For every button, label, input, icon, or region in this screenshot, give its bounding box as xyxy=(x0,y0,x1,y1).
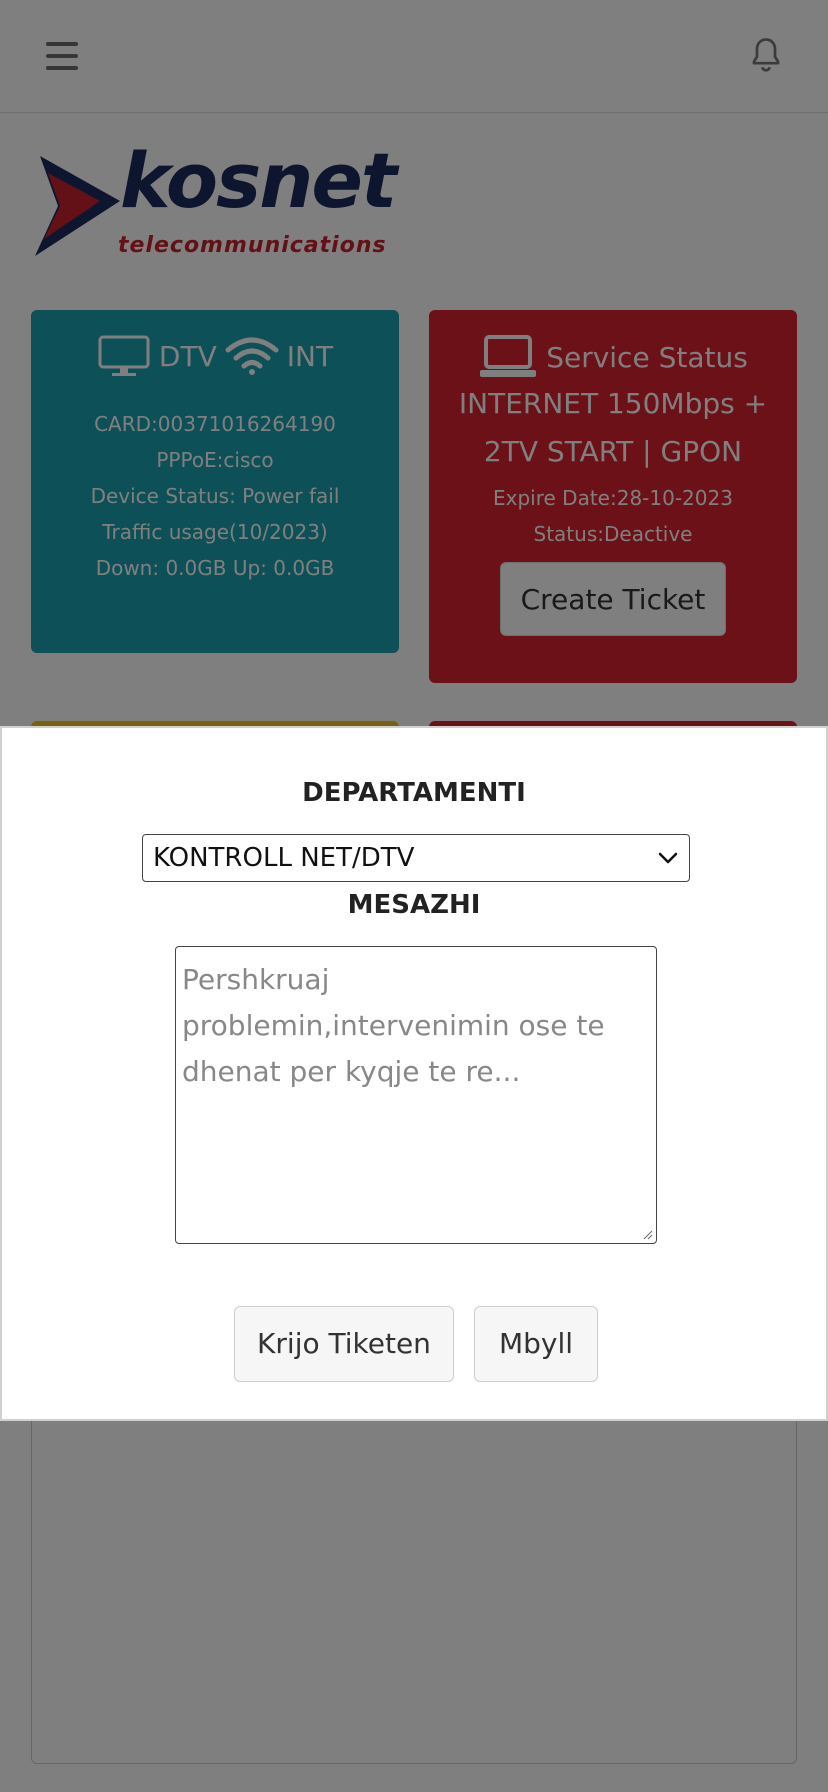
message-textarea[interactable]: Pershkruaj problemin,intervenimin ose te… xyxy=(175,946,657,1244)
department-selected-value: KONTROLL NET/DTV xyxy=(153,843,415,873)
message-placeholder: Pershkruaj problemin,intervenimin ose te… xyxy=(182,963,605,1088)
department-select[interactable]: KONTROLL NET/DTV xyxy=(142,834,690,882)
department-label: DEPARTAMENTI xyxy=(302,778,526,808)
resize-grip-icon[interactable] xyxy=(643,1230,653,1240)
message-label: MESAZHI xyxy=(347,890,481,920)
chevron-down-icon xyxy=(658,852,678,864)
close-modal-button[interactable]: Mbyll xyxy=(474,1306,598,1382)
create-ticket-modal: DEPARTAMENTI KONTROLL NET/DTV MESAZHI Pe… xyxy=(0,726,828,1421)
create-ticket-submit-button[interactable]: Krijo Tiketen xyxy=(234,1306,454,1382)
